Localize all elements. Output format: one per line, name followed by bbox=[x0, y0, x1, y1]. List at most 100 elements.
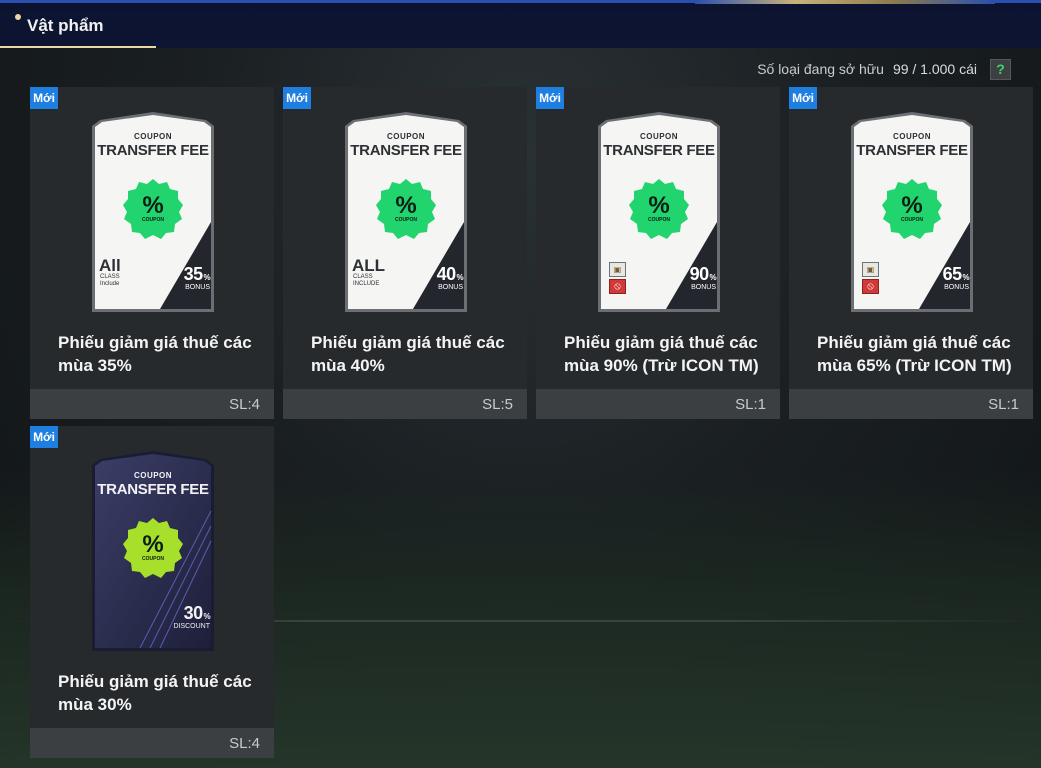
card-value-sub: BONUS bbox=[691, 284, 716, 291]
quantity-bar: SL:1 bbox=[789, 389, 1033, 419]
quantity-bar: SL:1 bbox=[536, 389, 780, 419]
card-coupon-small: COUPON bbox=[133, 471, 173, 480]
percent-badge-icon: % COUPON bbox=[882, 179, 942, 239]
card-coupon-small: COUPON bbox=[133, 132, 173, 141]
owned-count: 99 / 1.000 cái bbox=[892, 61, 977, 77]
item-name: Phiếu giảm giá thuế các mùa 35% bbox=[58, 331, 258, 377]
icon-card-icon: ▣ bbox=[609, 262, 626, 277]
percent-sub: COUPON bbox=[395, 217, 417, 223]
new-badge: Mới bbox=[789, 87, 817, 109]
card-class-sub2: INCLUDE bbox=[353, 281, 380, 287]
item-card[interactable]: Mới COUPON TRANSFER FEE % COUPON All CLA… bbox=[30, 87, 274, 419]
coupon-card-image: COUPON TRANSFER FEE % COUPON ▣ ⦸ 90% BON… bbox=[596, 112, 722, 312]
item-name-line2: mùa 65% (Trừ ICON TM) bbox=[817, 356, 1012, 375]
card-title: TRANSFER FEE bbox=[856, 142, 968, 159]
card-value-number: 40 bbox=[436, 264, 456, 284]
card-value-unit: % bbox=[456, 273, 463, 282]
percent-sub: COUPON bbox=[901, 217, 923, 223]
card-class: All bbox=[99, 256, 121, 275]
percent-badge-icon: % COUPON bbox=[123, 518, 183, 578]
new-badge: Mới bbox=[536, 87, 564, 109]
percent-symbol: % bbox=[901, 192, 923, 219]
item-name: Phiếu giảm giá thuế các mùa 90% (Trừ ICO… bbox=[564, 331, 764, 377]
percent-sub: COUPON bbox=[142, 217, 164, 223]
coupon-card-image: COUPON TRANSFER FEE % COUPON ALL CLASS I… bbox=[343, 112, 469, 312]
card-value-number: 90 bbox=[689, 264, 709, 284]
item-name-line2: mùa 90% (Trừ ICON TM) bbox=[564, 356, 759, 375]
top-bar: Vật phẩm bbox=[0, 0, 1041, 48]
new-badge: Mới bbox=[30, 426, 58, 448]
item-name: Phiếu giảm giá thuế các mùa 40% bbox=[311, 331, 511, 377]
item-name-line1: Phiếu giảm giá thuế các bbox=[58, 672, 252, 691]
restriction-icons: ▣ ⦸ bbox=[862, 262, 880, 296]
percent-badge-icon: % COUPON bbox=[376, 179, 436, 239]
card-value-number: 65 bbox=[942, 264, 962, 284]
percent-symbol: % bbox=[142, 531, 164, 558]
item-quantity: SL:4 bbox=[229, 735, 260, 752]
item-name-line2: mùa 40% bbox=[311, 356, 385, 375]
card-coupon-small: COUPON bbox=[892, 132, 932, 141]
card-value-unit: % bbox=[962, 273, 969, 282]
percent-sub: COUPON bbox=[142, 556, 164, 562]
coupon-card-image: COUPON TRANSFER FEE % COUPON ▣ ⦸ 65% BON… bbox=[849, 112, 975, 312]
card-value-number: 30 bbox=[183, 603, 203, 623]
card-value-unit: % bbox=[709, 273, 716, 282]
card-value: 35% bbox=[183, 264, 211, 285]
percent-badge-icon: % COUPON bbox=[629, 179, 689, 239]
item-name-line2: mùa 30% bbox=[58, 695, 132, 714]
card-class-sub1: CLASS bbox=[100, 274, 120, 280]
card-coupon-small: COUPON bbox=[639, 132, 679, 141]
item-name-line1: Phiếu giảm giá thuế các bbox=[564, 333, 758, 352]
item-name-line1: Phiếu giảm giá thuế các bbox=[58, 333, 252, 352]
percent-symbol: % bbox=[648, 192, 670, 219]
item-card[interactable]: Mới COUPON TRANSFER FEE % COUPON ALL CLA… bbox=[283, 87, 527, 419]
card-value-number: 35 bbox=[183, 264, 203, 284]
item-quantity: SL:4 bbox=[229, 396, 260, 413]
new-badge: Mới bbox=[30, 87, 58, 109]
prohibited-icon: ⦸ bbox=[862, 279, 879, 294]
card-title: TRANSFER FEE bbox=[603, 142, 715, 159]
prohibited-icon: ⦸ bbox=[609, 279, 626, 294]
item-quantity: SL:1 bbox=[988, 396, 1019, 413]
card-value: 65% bbox=[942, 264, 970, 285]
card-value: 30% bbox=[183, 603, 211, 624]
card-title: TRANSFER FEE bbox=[97, 142, 209, 159]
item-card[interactable]: Mới COUPON TRANSFER FEE % COUPON ▣ ⦸ 65% bbox=[789, 87, 1033, 419]
owned-count-row: Số loại đang sở hữu 99 / 1.000 cái ? bbox=[757, 58, 1011, 80]
card-class-sub1: CLASS bbox=[353, 274, 373, 280]
item-card[interactable]: Mới COUPON TRANSFER FEE % COUPON 30% DIS… bbox=[30, 426, 274, 758]
percent-symbol: % bbox=[395, 192, 417, 219]
card-title: TRANSFER FEE bbox=[350, 142, 462, 159]
icon-card-icon: ▣ bbox=[862, 262, 879, 277]
percent-sub: COUPON bbox=[648, 217, 670, 223]
card-value-sub: BONUS bbox=[438, 284, 463, 291]
tab-indicator-dot bbox=[15, 14, 21, 20]
card-value-sub: BONUS bbox=[185, 284, 210, 291]
percent-badge-icon: % COUPON bbox=[123, 179, 183, 239]
card-value-sub: DISCOUNT bbox=[173, 623, 210, 630]
card-value: 90% bbox=[689, 264, 717, 285]
card-coupon-small: COUPON bbox=[386, 132, 426, 141]
item-name: Phiếu giảm giá thuế các mùa 30% bbox=[58, 670, 258, 716]
item-name-line2: mùa 35% bbox=[58, 356, 132, 375]
new-badge: Mới bbox=[283, 87, 311, 109]
quantity-bar: SL:5 bbox=[283, 389, 527, 419]
help-button[interactable]: ? bbox=[990, 58, 1011, 80]
quantity-bar: SL:4 bbox=[30, 728, 274, 758]
quantity-bar: SL:4 bbox=[30, 389, 274, 419]
item-card[interactable]: Mới COUPON TRANSFER FEE % COUPON ▣ ⦸ 90% bbox=[536, 87, 780, 419]
card-title: TRANSFER FEE bbox=[97, 481, 209, 498]
card-value: 40% bbox=[436, 264, 464, 285]
item-quantity: SL:5 bbox=[482, 396, 513, 413]
header-banner bbox=[695, 0, 995, 4]
card-class-sub: CLASS INCLUDE bbox=[353, 274, 379, 288]
tab-items[interactable]: Vật phẩm bbox=[0, 3, 156, 48]
item-name-line1: Phiếu giảm giá thuế các bbox=[817, 333, 1011, 352]
coupon-card-image: COUPON TRANSFER FEE % COUPON All CLASS I… bbox=[90, 112, 216, 312]
item-quantity: SL:1 bbox=[735, 396, 766, 413]
coupon-card-image: COUPON TRANSFER FEE % COUPON 30% DISCOUN… bbox=[90, 451, 216, 651]
owned-label: Số loại đang sở hữu bbox=[757, 61, 884, 77]
card-value-unit: % bbox=[203, 612, 210, 621]
tab-active-underline bbox=[0, 46, 156, 48]
card-class-sub2: Include bbox=[100, 281, 120, 287]
